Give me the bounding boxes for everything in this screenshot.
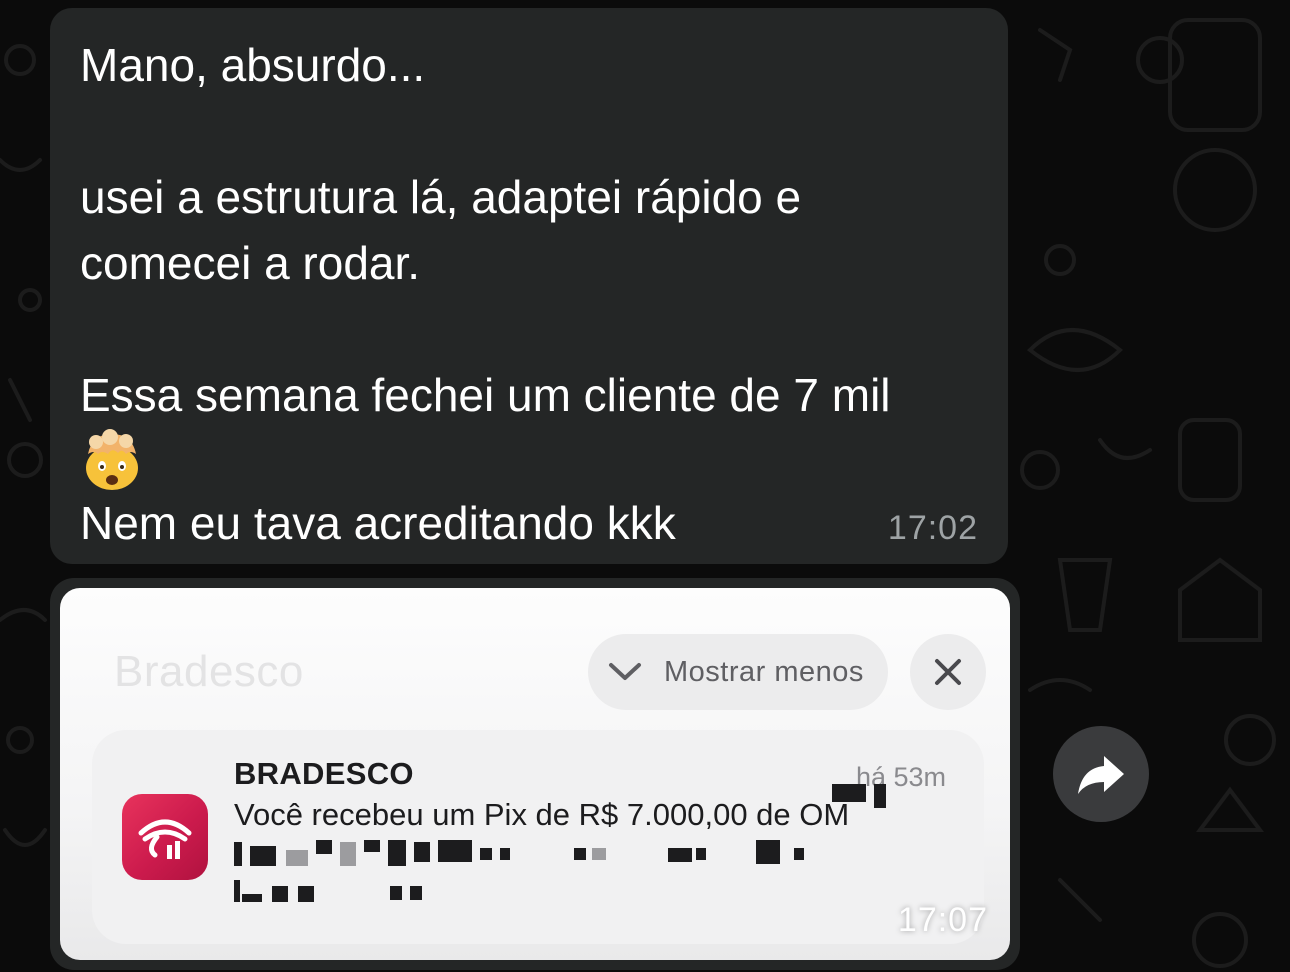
redaction-block <box>410 886 422 900</box>
redaction-block <box>592 848 606 860</box>
redaction-block <box>286 850 308 866</box>
redaction-block <box>234 842 242 866</box>
message-line: Essa semana fechei um cliente de 7 mil <box>80 369 891 421</box>
notification-screenshot[interactable]: Bradesco Mostrar menos BRADESCO há 53m V… <box>60 588 1010 960</box>
redaction-block <box>668 848 692 862</box>
exploding-head-icon <box>86 429 138 490</box>
message-gap <box>80 98 978 164</box>
notification-body: Você recebeu um Pix de R$ 7.000,00 de OM <box>234 797 850 832</box>
redaction-block <box>390 886 402 900</box>
message-line: usei a estrutura lá, adaptei rápido e <box>80 171 802 223</box>
message-gap <box>80 296 978 362</box>
close-button[interactable] <box>910 634 986 710</box>
close-icon <box>935 659 961 685</box>
notification-time: há 53m <box>855 762 946 792</box>
redaction-block <box>794 848 804 860</box>
redaction-block <box>340 842 356 866</box>
message-line: comecei a rodar. <box>80 237 421 289</box>
bradesco-symbol-icon <box>138 819 192 859</box>
notification-card[interactable]: BRADESCO há 53m Você recebeu um Pix de R… <box>92 730 984 944</box>
redaction-block <box>316 840 332 854</box>
redaction-block <box>242 894 262 902</box>
message-timestamp: 17:02 <box>887 509 978 547</box>
show-less-button[interactable]: Mostrar menos <box>588 634 888 710</box>
redaction-block <box>250 846 276 866</box>
forward-button[interactable] <box>1053 726 1149 822</box>
bradesco-logo-icon <box>122 794 208 880</box>
redaction-block <box>480 848 492 860</box>
message-line: Mano, absurdo... <box>80 39 426 91</box>
redaction-block <box>272 886 288 902</box>
redaction-block <box>388 840 406 866</box>
redaction-block <box>298 886 314 902</box>
redaction-block <box>874 784 886 808</box>
message-line: Nem eu tava acreditando kkk <box>80 497 676 549</box>
notification-sender: BRADESCO <box>234 756 414 791</box>
redaction-block <box>832 784 866 802</box>
redaction-block <box>696 848 706 860</box>
forward-icon <box>1078 756 1124 794</box>
redaction-block <box>414 842 430 862</box>
chevron-down-icon <box>609 663 641 680</box>
redaction-block <box>574 848 586 860</box>
notification-app-name: Bradesco <box>114 647 304 696</box>
redaction-block <box>756 840 780 864</box>
redaction-block <box>438 840 472 862</box>
image-message-bubble[interactable]: Bradesco Mostrar menos BRADESCO há 53m V… <box>50 578 1020 970</box>
redaction-block <box>364 840 380 852</box>
redaction-block <box>234 880 240 902</box>
redaction-block <box>500 848 510 860</box>
message-bubble[interactable]: Mano, absurdo... usei a estrutura lá, ad… <box>50 8 1008 564</box>
image-timestamp: 17:07 <box>897 901 988 939</box>
show-less-label: Mostrar menos <box>664 655 864 688</box>
